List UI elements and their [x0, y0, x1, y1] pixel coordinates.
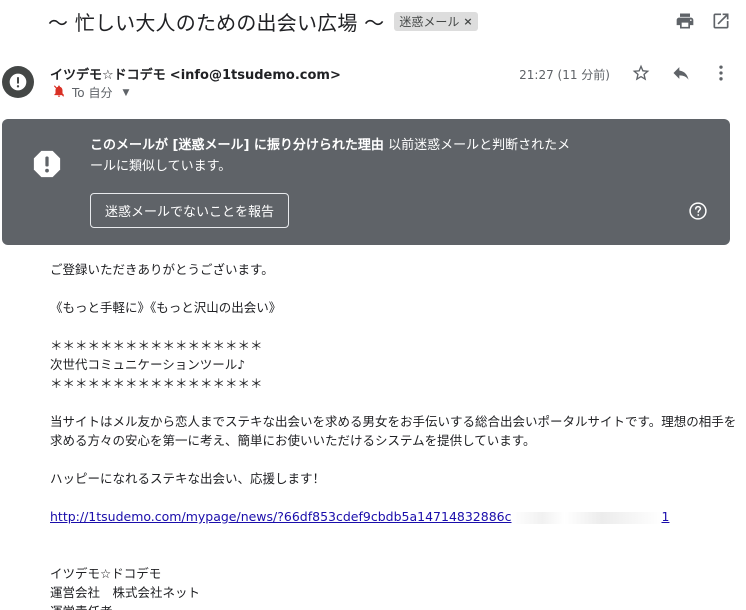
- open-in-new-window-icon[interactable]: [710, 10, 732, 32]
- mypage-link[interactable]: http://1tsudemo.com/mypage/news/?66df853…: [50, 509, 512, 524]
- body-cheer: ハッピーになれるステキな出会い、応援します！: [50, 471, 326, 486]
- body-greeting: ご登録いただきありがとうございます。: [50, 262, 274, 277]
- notifications-off-icon: [52, 84, 66, 101]
- top-actions: [674, 10, 732, 32]
- email-view: 〜 忙しい大人のための出会い広場 〜 迷惑メール × イツデモ☆ドコデモ <in…: [0, 0, 746, 610]
- timestamp: 21:27 (11 分前): [519, 68, 610, 82]
- spam-label-chip[interactable]: 迷惑メール ×: [394, 11, 478, 31]
- body-stars-top: ＊＊＊＊＊＊＊＊＊＊＊＊＊＊＊＊＊: [50, 338, 263, 353]
- redacted-region: [511, 511, 662, 524]
- recipient-label: To 自分: [72, 86, 113, 100]
- help-icon[interactable]: [688, 201, 708, 225]
- star-icon[interactable]: [630, 62, 652, 84]
- sender-name[interactable]: イツデモ☆ドコデモ: [50, 68, 166, 83]
- spam-warning-icon: [33, 150, 61, 178]
- print-icon[interactable]: [674, 10, 696, 32]
- signature-name: イツデモ☆ドコデモ: [50, 566, 162, 581]
- body-stars-bottom: ＊＊＊＊＊＊＊＊＊＊＊＊＊＊＊＊＊: [50, 376, 263, 391]
- sender-email: <info@1tsudemo.com>: [169, 68, 341, 83]
- remove-label-button[interactable]: ×: [463, 15, 472, 28]
- spam-label-text: 迷惑メール: [399, 14, 460, 29]
- body-tagline: 《もっと手軽に》《もっと沢山の出会い》: [50, 300, 282, 315]
- warning-icon: [9, 73, 27, 91]
- more-vertical-icon[interactable]: [710, 62, 732, 84]
- mypage-link-tail[interactable]: 1: [662, 509, 670, 524]
- reply-icon[interactable]: [670, 62, 692, 84]
- signature-manager: 運営責任者: [50, 602, 740, 610]
- body-tool-line: 次世代コミュニケーションツール♪: [50, 357, 246, 372]
- email-body: ご登録いただきありがとうございます。 《もっと手軽に》《もっと沢山の出会い》 ＊…: [50, 260, 740, 610]
- spam-reason-text: このメールが [迷惑メール] に振り分けられた理由 以前迷惑メールと判断されたメ…: [90, 135, 580, 177]
- body-description: 当サイトはメル友から恋人までステキな出会いを求める男女をお手伝いする総合出会いポ…: [50, 414, 737, 448]
- chevron-down-icon[interactable]: ▼: [122, 88, 129, 98]
- spam-reason-title: このメールが [迷惑メール] に振り分けられた理由: [90, 138, 384, 153]
- body-link-line: http://1tsudemo.com/mypage/news/?66df853…: [50, 507, 740, 526]
- email-subject: 〜 忙しい大人のための出会い広場 〜: [48, 10, 385, 35]
- subject-row: 〜 忙しい大人のための出会い広場 〜 迷惑メール ×: [48, 6, 478, 36]
- sender-avatar[interactable]: [2, 66, 34, 98]
- report-not-spam-button[interactable]: 迷惑メールでないことを報告: [90, 193, 290, 228]
- recipient-line: To 自分 ▼: [52, 84, 129, 101]
- message-actions: [630, 62, 732, 84]
- sender-line: イツデモ☆ドコデモ <info@1tsudemo.com>: [50, 64, 341, 83]
- spam-warning-banner: このメールが [迷惑メール] に振り分けられた理由 以前迷惑メールと判断されたメ…: [2, 119, 730, 245]
- signature-company: 運営会社 株式会社ネット: [50, 585, 201, 600]
